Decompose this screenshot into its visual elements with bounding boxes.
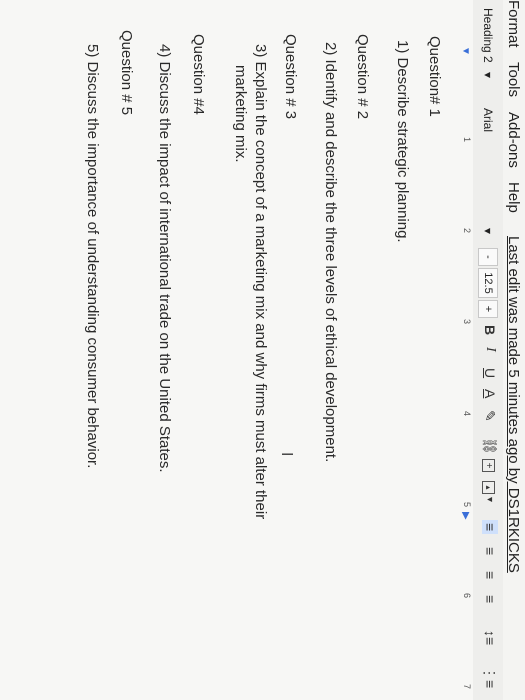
font-select[interactable]: Arial xyxy=(481,108,495,132)
right-indent-marker-icon[interactable]: ▶ xyxy=(460,512,471,520)
formatting-toolbar: Heading 2 ▾ Arial ▾ - 12.5 + B I U A ✎ ⛓… xyxy=(472,0,503,700)
ruler[interactable]: ▼ 1 2 3 4 5 ▶ 6 7 xyxy=(456,0,473,700)
question-heading-2: Question # 2 xyxy=(354,34,371,120)
chevron-down-icon[interactable]: ▾ xyxy=(481,228,495,234)
list-item-3: 3) Explain the concept of a marketing mi… xyxy=(252,44,269,520)
align-right-icon[interactable]: ≡ xyxy=(482,571,498,579)
align-center-icon[interactable]: ≡ xyxy=(482,547,498,555)
ruler-number: 5 xyxy=(462,501,472,509)
insert-image-icon[interactable]: ▴ xyxy=(482,481,495,494)
menu-addons[interactable]: Add-ons xyxy=(505,112,522,168)
justify-icon[interactable]: ≡ xyxy=(482,595,498,603)
underline-button[interactable]: U xyxy=(482,368,498,378)
ruler-number: 2 xyxy=(462,227,472,235)
ruler-number: 6 xyxy=(462,592,472,600)
paragraph-style-select[interactable]: Heading 2 xyxy=(481,8,495,63)
line-spacing-icon[interactable]: ↕≡ xyxy=(482,630,498,645)
question-heading-1: Question# 1 xyxy=(426,36,443,117)
chevron-down-icon[interactable]: ▾ xyxy=(484,497,495,502)
text-cursor-icon: I xyxy=(278,452,295,457)
insert-link-icon[interactable]: ⛓ xyxy=(481,437,498,455)
question-heading-3: Question # 3 xyxy=(282,34,299,120)
increase-font-size-button[interactable]: + xyxy=(478,300,498,318)
ruler-number: 7 xyxy=(462,683,472,691)
list-item-4: 4) Discuss the impact of international t… xyxy=(156,44,173,473)
bold-button[interactable]: B xyxy=(482,325,498,335)
decrease-font-size-button[interactable]: - xyxy=(478,248,498,266)
chevron-down-icon[interactable]: ▾ xyxy=(481,72,495,78)
ruler-number: 1 xyxy=(462,136,472,144)
list-item-2: 2) Identify and describe the three level… xyxy=(322,42,339,463)
numbered-list-icon[interactable]: ⋮≡ xyxy=(481,666,498,688)
insert-comment-icon[interactable]: + xyxy=(482,459,495,472)
question-heading-5: Question # 5 xyxy=(118,30,135,116)
italic-button[interactable]: I xyxy=(482,347,498,352)
menu-help[interactable]: Help xyxy=(505,182,522,213)
highlight-color-icon[interactable]: ✎ xyxy=(481,410,498,422)
docs-window: Format Tools Add-ons Help Last edit was … xyxy=(0,0,525,700)
question-heading-4: Question #4 xyxy=(190,34,207,115)
font-size-input[interactable]: 12.5 xyxy=(478,268,498,298)
list-item-3-continued: marketing mix. xyxy=(232,65,249,163)
document-page[interactable]: Question# 1 1) Describe strategic planni… xyxy=(0,0,457,700)
ruler-number: 3 xyxy=(462,318,472,326)
list-item-5: 5) Discuss the importance of understandi… xyxy=(84,44,101,469)
align-left-icon[interactable]: ≡ xyxy=(482,520,498,535)
menu-format[interactable]: Format xyxy=(505,0,522,48)
list-item-1: 1) Describe strategic planning. xyxy=(394,40,411,243)
indent-marker-icon[interactable]: ▼ xyxy=(460,46,471,56)
menu-bar: Format Tools Add-ons Help Last edit was … xyxy=(503,0,525,700)
last-edit-link[interactable]: Last edit was made 5 minutes ago by DS1R… xyxy=(505,236,522,573)
ruler-number: 4 xyxy=(462,410,472,418)
text-color-button[interactable]: A xyxy=(482,389,498,398)
menu-tools[interactable]: Tools xyxy=(505,62,522,97)
